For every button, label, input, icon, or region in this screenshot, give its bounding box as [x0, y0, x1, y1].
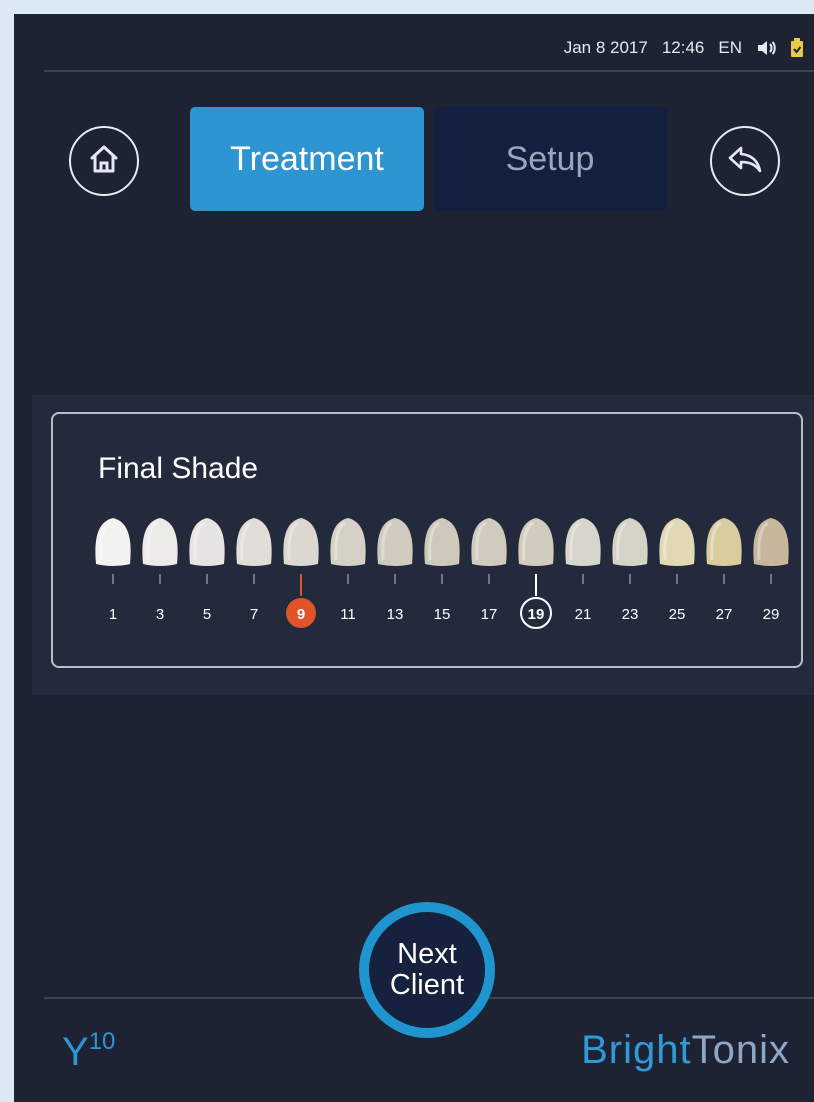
shade-number: 11	[340, 606, 356, 623]
shade-item[interactable]: 25	[659, 518, 695, 623]
next-client-button[interactable]: Next Client	[359, 902, 495, 1038]
home-icon	[87, 142, 121, 181]
battery-icon	[790, 38, 804, 58]
tab-treatment[interactable]: Treatment	[190, 107, 424, 211]
shade-item[interactable]: 3	[142, 518, 178, 623]
shade-item[interactable]: 15	[424, 518, 460, 623]
shade-item[interactable]: 17	[471, 518, 507, 623]
shade-item[interactable]: 19	[518, 518, 554, 629]
status-indicators: Jan 8 2017 12:46 EN	[564, 38, 804, 58]
status-date: Jan 8 2017	[563, 38, 648, 57]
shade-number: 7	[250, 606, 258, 623]
shade-number: 13	[387, 606, 404, 623]
tab-setup[interactable]: Setup	[433, 107, 667, 211]
model-number: 10	[88, 1028, 116, 1055]
shade-number: 9	[297, 606, 305, 623]
brand-name-bright: Bright	[581, 1028, 692, 1072]
shade-item[interactable]: 11	[330, 518, 366, 623]
shade-number: 3	[156, 606, 164, 623]
shade-item[interactable]: 23	[612, 518, 648, 623]
shade-item[interactable]: 1	[95, 518, 131, 623]
next-client-line2: Client	[389, 969, 465, 1001]
shade-number: 17	[481, 606, 498, 623]
shade-number: 21	[575, 606, 592, 623]
speaker-icon[interactable]	[756, 40, 776, 56]
shade-number: 27	[716, 606, 733, 623]
next-client-label: Next Client	[369, 912, 485, 1028]
shade-item[interactable]: 29	[753, 518, 789, 623]
brand-name-tonix: Tonix	[691, 1028, 790, 1072]
shade-card: Final Shade 1 3 5 7 9 11 13 15 17 19 21 23 25 27 29	[51, 412, 803, 668]
shade-item[interactable]: 7	[236, 518, 272, 623]
next-client-line1: Next	[397, 938, 457, 970]
shade-number: 23	[622, 606, 639, 623]
back-arrow-icon	[727, 144, 763, 179]
shade-scale[interactable]: 1 3 5 7 9 11 13 15 17 19 21 23 25 27 29	[53, 414, 805, 670]
shade-number: 15	[434, 606, 451, 623]
model-letter: Y	[62, 1030, 89, 1074]
shade-number: 5	[203, 606, 211, 623]
home-button[interactable]	[69, 126, 139, 196]
shade-number: 19	[528, 606, 545, 623]
shade-number: 1	[109, 606, 117, 623]
status-bar: Jan 8 2017 12:46 EN	[44, 14, 814, 72]
model-logo: Y10	[62, 1028, 116, 1075]
tab-setup-label: Setup	[505, 139, 595, 178]
back-button[interactable]	[710, 126, 780, 196]
shade-item[interactable]: 5	[189, 518, 225, 623]
shade-item[interactable]: 13	[377, 518, 413, 623]
shade-number: 29	[763, 606, 780, 623]
shade-number: 25	[669, 606, 686, 623]
status-language[interactable]: EN	[718, 38, 742, 58]
shade-item[interactable]: 21	[565, 518, 601, 623]
device-screen: Jan 8 2017 12:46 EN Treatment Setup Fina…	[14, 14, 814, 1102]
tab-treatment-label: Treatment	[230, 139, 384, 178]
shade-item[interactable]: 27	[706, 518, 742, 623]
brand-logo: BrightTonix	[581, 1028, 790, 1073]
status-time: 12:46	[661, 38, 705, 57]
shade-item[interactable]: 9	[283, 518, 319, 628]
